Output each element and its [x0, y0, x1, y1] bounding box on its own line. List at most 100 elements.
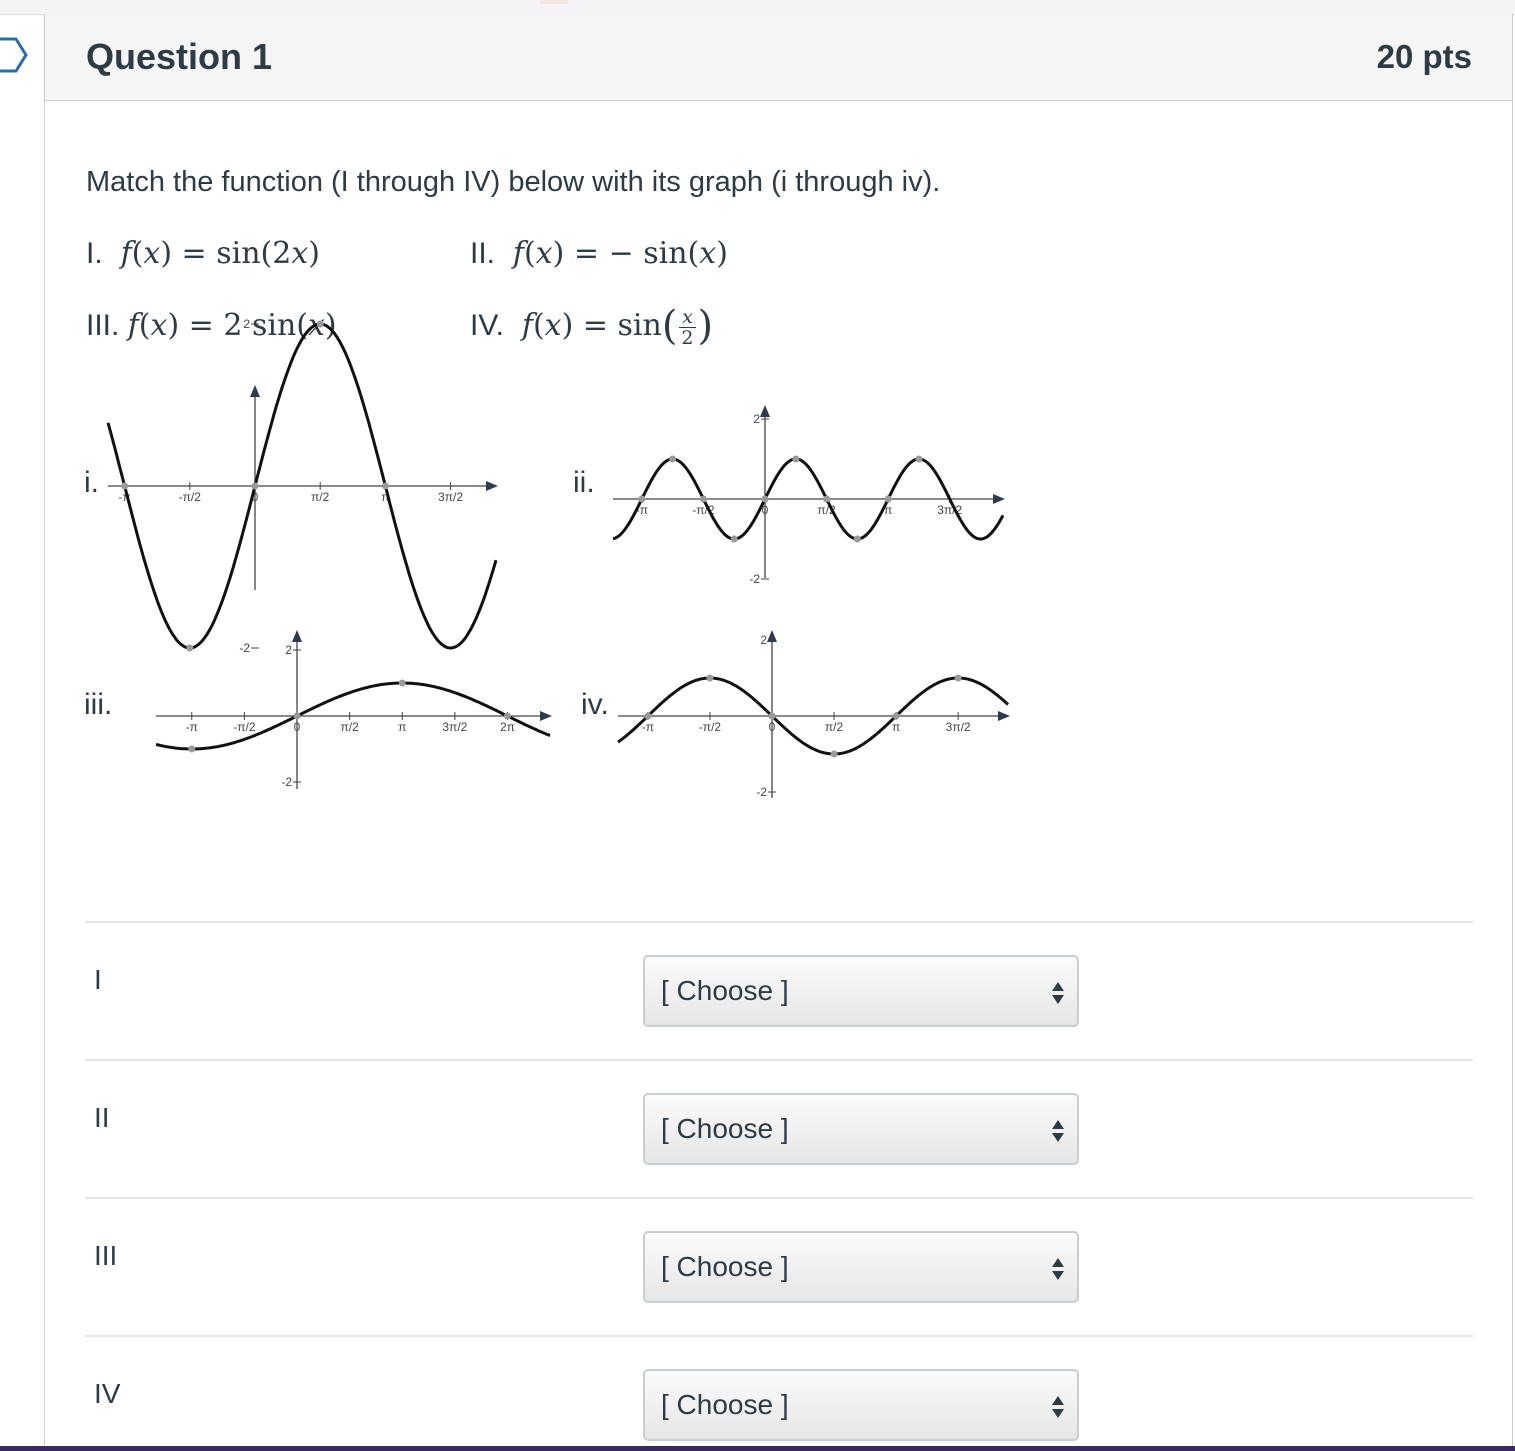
function-iii-expr: f(x) = 2 sin(x) [127, 308, 337, 343]
data-point [706, 674, 714, 682]
function-iv: IV. f(x) = sin(x 2) [470, 303, 713, 349]
answer-label-i: I [94, 964, 102, 995]
x-tick-label: 2π [500, 720, 515, 734]
data-point [188, 745, 196, 753]
function-ii: II. f(x) = − sin(x) [470, 236, 728, 271]
x-tick-label: -π/2 [179, 490, 202, 504]
x-tick-label: π/2 [340, 720, 359, 734]
data-point [381, 482, 389, 490]
function-i: I. f(x) = sin(2x) [86, 236, 320, 271]
function-iv-label: IV. [470, 309, 504, 342]
question-points: 20 pts [1376, 38, 1472, 75]
x-tick-label: π [892, 720, 900, 734]
function-ii-expr: f(x) = − sin(x) [512, 236, 728, 271]
top-strip [0, 0, 1515, 15]
data-point [638, 495, 646, 503]
answer-select-ii-value: [ Choose ] [661, 1113, 789, 1144]
select-arrows-icon [1052, 1258, 1064, 1280]
row-divider [85, 1335, 1473, 1337]
answer-select-i[interactable]: [ Choose ] [643, 955, 1079, 1027]
x-tick-label: 0 [294, 720, 301, 734]
answer-select-ii[interactable]: [ Choose ] [643, 1093, 1079, 1165]
y-tick-label: -2 [756, 785, 767, 799]
row-divider [85, 921, 1473, 923]
graph-label-iv: iv. [581, 688, 609, 721]
data-point [730, 535, 738, 543]
x-tick-label: π/2 [311, 490, 330, 504]
data-point [121, 482, 129, 490]
y-tick-label: 2 [753, 412, 760, 426]
x-tick-label: 3π/2 [946, 720, 971, 734]
x-tick-label: -π/2 [699, 720, 722, 734]
y-axis-arrow-icon [250, 385, 260, 397]
data-point [884, 495, 892, 503]
select-arrows-icon [1052, 1120, 1064, 1142]
data-point [669, 455, 677, 463]
answer-select-iii-value: [ Choose ] [661, 1251, 789, 1282]
x-axis-arrow-icon [486, 481, 498, 491]
data-point [251, 482, 259, 490]
answer-label-iii: III [94, 1240, 118, 1271]
question-header: Question 1 20 pts [45, 14, 1512, 101]
data-point [768, 712, 776, 720]
data-point [792, 455, 800, 463]
x-tick-label: 3π/2 [438, 490, 463, 504]
y-axis-arrow-icon [292, 630, 302, 642]
data-point [503, 712, 511, 720]
x-axis-arrow-icon [998, 711, 1010, 721]
data-point [823, 495, 831, 503]
y-tick-label: -2 [281, 775, 292, 789]
answer-select-iii[interactable]: [ Choose ] [643, 1231, 1079, 1303]
graph-ii: -π -π/2 0 π/2 π 3π/22-2 [612, 405, 1005, 586]
data-point [316, 320, 324, 328]
graph-iii: -π -π/2 0 π/2 π 3π/2 2π 2 -2 [155, 630, 552, 789]
function-i-expr: f(x) = sin(2x) [120, 236, 320, 271]
data-point [398, 679, 406, 687]
x-tick-label: π/2 [825, 720, 844, 734]
function-iv-expr: f(x) = sin(x 2) [521, 303, 714, 349]
x-tick-label: 0 [769, 720, 776, 734]
function-iii: III. f(x) = 2 sin(x) [86, 308, 337, 343]
bottom-bar [0, 1446, 1515, 1451]
select-arrows-icon [1052, 1396, 1064, 1418]
select-arrows-icon [1052, 982, 1064, 1004]
y-tick-label: 2 [760, 633, 767, 647]
y-axis-arrow-icon [760, 405, 770, 417]
data-point [853, 535, 861, 543]
answer-select-iv[interactable]: [ Choose ] [643, 1369, 1079, 1441]
x-tick-label: π [398, 720, 406, 734]
data-point [644, 712, 652, 720]
question-title: Question 1 [86, 36, 273, 77]
answer-select-i-value: [ Choose ] [661, 975, 789, 1006]
y-tick-label: -2 [749, 572, 760, 586]
x-axis-arrow-icon [993, 494, 1005, 504]
data-point [915, 455, 923, 463]
x-axis-arrow-icon [540, 711, 552, 721]
function-iii-label: III. [86, 309, 120, 342]
x-tick-label: -π/2 [233, 720, 256, 734]
data-point [892, 712, 900, 720]
graph-label-iii: iii. [84, 688, 113, 721]
graph-iv: -π -π/2 0 π/2 π 3π/22-2 [617, 630, 1010, 799]
row-divider [85, 1059, 1473, 1061]
data-point [699, 495, 707, 503]
answer-select-iv-value: [ Choose ] [661, 1389, 789, 1420]
answer-label-iv: IV [94, 1378, 121, 1409]
graph-label-ii: ii. [573, 466, 595, 499]
data-point [830, 750, 838, 758]
data-point [293, 712, 301, 720]
x-tick-label: -π [186, 720, 198, 734]
y-tick-label: 2 [285, 643, 292, 657]
y-tick-label: 2 [243, 317, 250, 331]
x-tick-label: 3π/2 [442, 720, 467, 734]
data-point [761, 495, 769, 503]
top-mark [540, 0, 568, 4]
function-ii-label: II. [470, 237, 496, 270]
flag-question-icon[interactable] [0, 36, 30, 74]
graph-i: -π -π/2 0 π/2 π 3π/22-2 [106, 317, 498, 655]
question-prompt: Match the function (I through IV) below … [86, 166, 941, 198]
row-divider [85, 1197, 1473, 1199]
data-point [954, 674, 962, 682]
answer-label-ii: II [94, 1102, 110, 1133]
graph-label-i: i. [84, 466, 99, 499]
